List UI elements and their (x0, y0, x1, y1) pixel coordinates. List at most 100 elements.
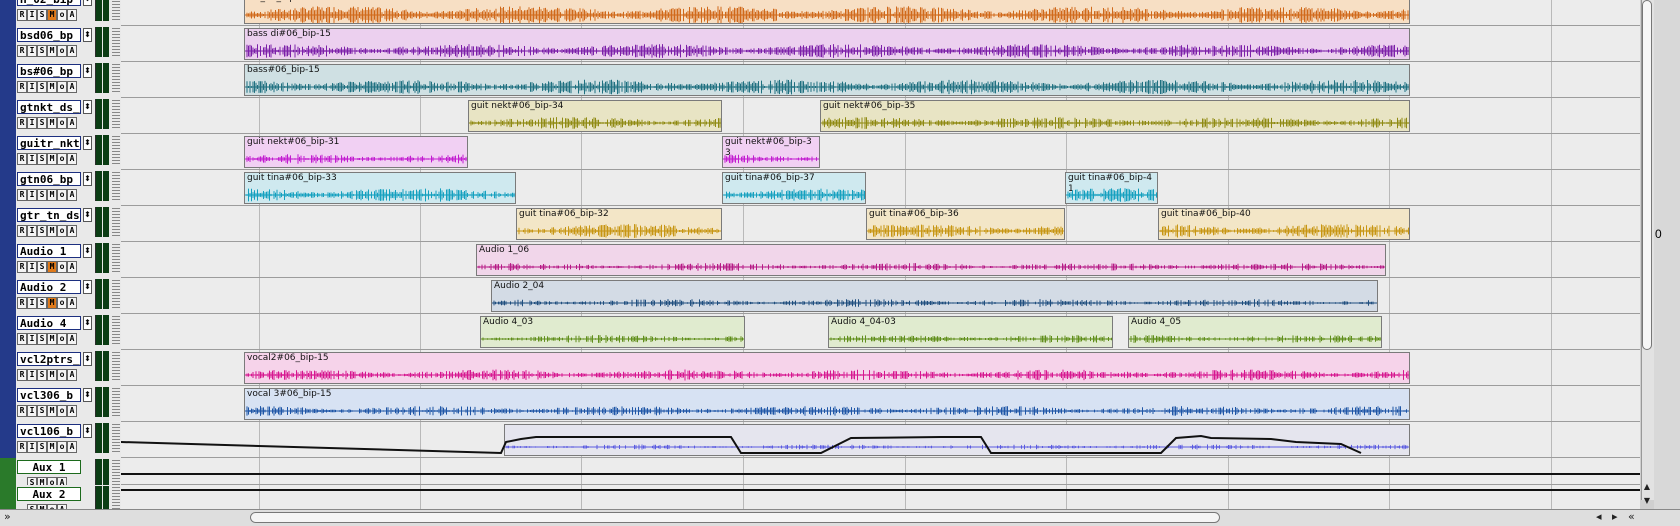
solo-button[interactable]: S (37, 189, 47, 201)
auto-button[interactable]: o (57, 333, 67, 345)
track-name[interactable]: H_02_bip (17, 0, 81, 6)
input-button[interactable]: I (27, 225, 37, 237)
track-resize-grip[interactable] (112, 0, 120, 22)
volume-automation-line[interactable] (121, 422, 1640, 458)
auto-button[interactable]: o (57, 9, 67, 21)
track-name[interactable]: Audio 2 (17, 280, 81, 294)
audio-region[interactable]: guit tina#06_bip-37 (722, 172, 866, 204)
track-lane[interactable]: guit nekt#06_bip-34 guit nekt#06_bip-35 (121, 98, 1640, 134)
input-button[interactable]: I (27, 81, 37, 93)
audio-region[interactable]: guit tina#06_bip-36 (866, 208, 1065, 240)
track-resize-grip[interactable] (112, 352, 120, 382)
track-resize-grip[interactable] (112, 64, 120, 94)
mute-button[interactable]: M (47, 261, 57, 273)
track-lane[interactable]: Audio 1_06 (121, 242, 1640, 278)
scroll-down-arrow-icon[interactable]: ▼ (1642, 495, 1652, 507)
mute-button[interactable]: M (47, 117, 57, 129)
rec-button[interactable]: R (17, 225, 27, 237)
track-popup-arrow-icon[interactable]: ⬍ (83, 316, 92, 330)
track-name[interactable]: Audio 1 (17, 244, 81, 258)
track-lane[interactable]: Audio 2_04 (121, 278, 1640, 314)
arrow-button[interactable]: A (67, 117, 77, 129)
auto-button[interactable]: o (57, 117, 67, 129)
audio-region[interactable]: guit tina#06_bip-32 (516, 208, 722, 240)
auto-button[interactable]: o (57, 225, 67, 237)
mute-button[interactable]: M (47, 297, 57, 309)
track-lane[interactable]: HH_02_bip-15 (121, 0, 1640, 26)
audio-region[interactable]: Audio 2_04 (491, 280, 1378, 312)
solo-button[interactable]: S (37, 261, 47, 273)
arrow-button[interactable]: A (67, 333, 77, 345)
input-button[interactable]: I (27, 405, 37, 417)
rec-button[interactable]: R (17, 369, 27, 381)
auto-button[interactable]: o (57, 297, 67, 309)
solo-button[interactable]: S (37, 225, 47, 237)
solo-button[interactable]: S (37, 297, 47, 309)
audio-region[interactable]: HH_02_bip-15 (244, 0, 1410, 24)
mute-button[interactable]: M (47, 441, 57, 453)
scroll-up-arrow-icon[interactable]: ▲ (1642, 481, 1652, 493)
scroll-right-arrow-icon[interactable]: ▸ (1612, 510, 1618, 523)
track-name[interactable]: vcl2ptrs_ (17, 352, 81, 366)
audio-region[interactable]: guit tina#06_bip-40 (1158, 208, 1410, 240)
track-popup-arrow-icon[interactable]: ⬍ (83, 28, 92, 42)
rec-button[interactable]: R (17, 189, 27, 201)
track-name[interactable]: Aux 1 (17, 460, 81, 474)
track-popup-arrow-icon[interactable]: ⬍ (83, 424, 92, 438)
track-name[interactable]: vcl106_b (17, 424, 81, 438)
mute-button[interactable]: M (47, 45, 57, 57)
track-popup-arrow-icon[interactable]: ⬍ (83, 244, 92, 258)
track-name[interactable]: Aux 2 (17, 487, 81, 501)
track-popup-arrow-icon[interactable]: ⬍ (83, 100, 92, 114)
mute-button[interactable]: M (47, 225, 57, 237)
track-name[interactable]: gtnkt_ds_ (17, 100, 81, 114)
input-button[interactable]: I (27, 45, 37, 57)
track-popup-arrow-icon[interactable]: ⬍ (83, 64, 92, 78)
arrow-button[interactable]: A (67, 153, 77, 165)
mute-button[interactable]: M (47, 81, 57, 93)
track-popup-arrow-icon[interactable]: ⬍ (83, 280, 92, 294)
track-resize-grip[interactable] (112, 28, 120, 58)
track-lane[interactable]: vocal2#06_bip-15 (121, 350, 1640, 386)
solo-button[interactable]: S (37, 81, 47, 93)
audio-region[interactable]: Audio 4_05 (1128, 316, 1382, 348)
track-name[interactable]: gtn06_bp (17, 172, 81, 186)
input-button[interactable]: I (27, 117, 37, 129)
arrow-button[interactable]: A (67, 189, 77, 201)
track-lane[interactable] (121, 485, 1640, 512)
mute-button[interactable]: M (47, 189, 57, 201)
track-resize-grip[interactable] (112, 316, 120, 346)
input-button[interactable]: I (27, 297, 37, 309)
track-resize-grip[interactable] (112, 100, 120, 130)
rec-button[interactable]: R (17, 81, 27, 93)
track-name[interactable]: Audio 4 (17, 316, 81, 330)
solo-button[interactable]: S (37, 117, 47, 129)
rec-button[interactable]: R (17, 153, 27, 165)
audio-region[interactable]: Audio 1_06 (476, 244, 1386, 276)
rec-button[interactable]: R (17, 261, 27, 273)
solo-button[interactable]: S (37, 441, 47, 453)
solo-button[interactable]: S (37, 333, 47, 345)
track-popup-arrow-icon[interactable]: ⬍ (83, 136, 92, 150)
rec-button[interactable]: R (17, 333, 27, 345)
audio-region[interactable]: bass di#06_bip-15 (244, 28, 1410, 60)
audio-region[interactable]: guit tina#06_bip-33 (244, 172, 516, 204)
track-resize-grip[interactable] (112, 424, 120, 454)
solo-button[interactable]: S (37, 405, 47, 417)
track-popup-arrow-icon[interactable]: ⬍ (83, 172, 92, 186)
track-resize-grip[interactable] (112, 388, 120, 418)
input-button[interactable]: I (27, 369, 37, 381)
solo-button[interactable]: S (37, 9, 47, 21)
arrow-button[interactable]: A (67, 9, 77, 21)
audio-region[interactable]: guit nekt#06_bip-34 (468, 100, 722, 132)
rec-button[interactable]: R (17, 405, 27, 417)
auto-button[interactable]: o (57, 261, 67, 273)
track-lane[interactable] (121, 458, 1640, 485)
audio-region[interactable]: guit nekt#06_bip-35 (820, 100, 1410, 132)
track-lane[interactable]: guit tina#06_bip-33 guit tina#06_bip-37 gu… (121, 170, 1640, 206)
track-popup-arrow-icon[interactable]: ⬍ (83, 352, 92, 366)
input-button[interactable]: I (27, 9, 37, 21)
input-button[interactable]: I (27, 333, 37, 345)
input-button[interactable]: I (27, 153, 37, 165)
horizontal-scroll-thumb[interactable] (250, 512, 1220, 523)
